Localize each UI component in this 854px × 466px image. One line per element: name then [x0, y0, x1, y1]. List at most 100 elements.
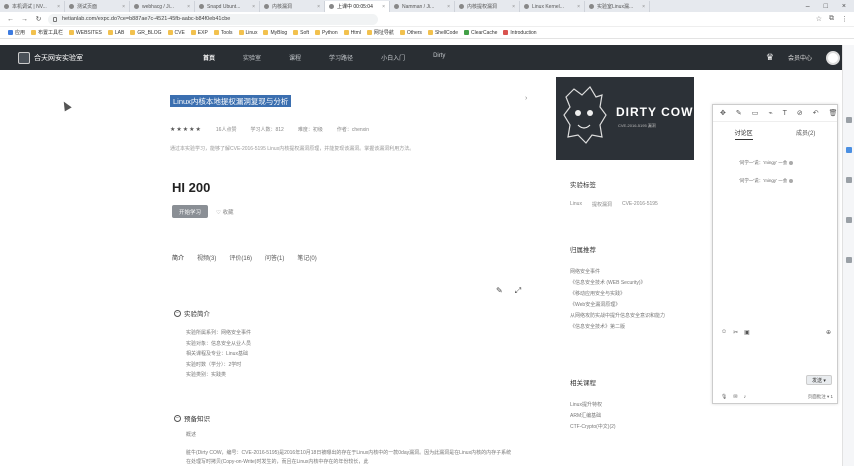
recommend-item[interactable]: 《移动应用安全与实践》 [570, 289, 665, 300]
tab-reviews[interactable]: 评价(16) [229, 253, 252, 262]
close-tab-icon[interactable]: × [642, 4, 645, 10]
nav-item[interactable]: 小白入门 [381, 53, 405, 62]
tab-discussion[interactable]: 讨论区 [734, 128, 753, 140]
recommend-item[interactable]: 从网络攻防实战中提升信息安全意识和能力 [570, 311, 665, 322]
browser-tab[interactable]: Snapd Ubunt... × [195, 1, 260, 12]
nav-item[interactable]: Dirty [433, 53, 445, 62]
bookmark-item[interactable]: EXP [190, 30, 208, 36]
close-tab-icon[interactable]: × [382, 4, 385, 10]
close-tab-icon[interactable]: × [512, 4, 515, 10]
close-window-icon[interactable]: × [842, 3, 846, 10]
start-learning-button[interactable]: 开始学习 [172, 205, 208, 218]
bookmark-item[interactable]: MyBlog [263, 30, 287, 36]
emoji-icon[interactable]: ☺ [721, 329, 727, 336]
minus-circle-icon[interactable]: − [174, 414, 181, 422]
nav-item[interactable]: 学习路径 [329, 53, 353, 62]
bookmark-item[interactable]: Introduction [503, 30, 537, 36]
bookmark-item[interactable]: 应用 [8, 29, 25, 36]
bookmark-item[interactable]: ShellCode [427, 30, 458, 36]
vip-link[interactable]: 会员中心 [788, 53, 812, 62]
recommend-item[interactable]: 网络安全事件 [570, 267, 665, 278]
bookmark-item[interactable]: WEBSITES [69, 30, 102, 36]
tab-members[interactable]: 成员(2) [796, 128, 815, 140]
bookmark-item[interactable]: ClearCache [464, 30, 497, 36]
browser-tab[interactable]: Namman / Ji... × [390, 1, 455, 12]
close-tab-icon[interactable]: × [252, 4, 255, 10]
nav-item[interactable]: 实验室 [243, 53, 261, 62]
undo-icon[interactable]: ↶ [813, 109, 819, 117]
browser-tab[interactable]: 内核漏洞 × [260, 1, 325, 12]
scissors-icon[interactable]: ✂ [733, 329, 738, 336]
nav-item-home[interactable]: 首页 [203, 53, 215, 62]
site-logo[interactable]: 合天网安实验室 [18, 51, 83, 64]
recommend-item[interactable]: 《信息安全技术》第二版 [570, 322, 665, 333]
close-tab-icon[interactable]: × [122, 4, 125, 10]
tab-video[interactable]: 视频(3) [197, 253, 216, 262]
back-icon[interactable]: ← [6, 16, 15, 23]
sidebar-tool-icon[interactable] [846, 177, 852, 183]
edit-note-icon[interactable]: ✎ [496, 286, 503, 296]
rectangle-icon[interactable]: ▭ [752, 109, 759, 117]
fullscreen-icon[interactable]: ⤢ [515, 286, 521, 296]
related-item[interactable]: ARM汇编基础 [570, 411, 616, 422]
pen-icon[interactable]: ✎ [736, 109, 742, 117]
vip-crown-icon[interactable]: ♛ [766, 52, 774, 63]
related-item[interactable]: Linux提升特权 [570, 400, 616, 411]
close-tab-icon[interactable]: × [57, 4, 60, 10]
sound-icon[interactable]: ♪ [744, 394, 747, 400]
browser-tab[interactable]: Linux Kernel... × [520, 1, 585, 12]
sidebar-tool-icon[interactable] [846, 257, 852, 263]
chat-icon[interactable]: ✉ [733, 394, 737, 400]
recommend-item[interactable]: 《Web安全漏洞原理》 [570, 300, 665, 311]
close-tab-icon[interactable]: × [447, 4, 450, 10]
send-button[interactable]: 发送 ▾ [806, 375, 832, 385]
mic-icon[interactable]: 🎙 [721, 394, 727, 400]
bookmark-item[interactable]: Soft [293, 30, 309, 36]
image-icon[interactable]: ▣ [744, 329, 750, 336]
browser-tab[interactable]: 实验室Linux漏... × [585, 1, 650, 12]
bookmark-item[interactable]: 网址导航 [366, 29, 394, 36]
user-avatar[interactable] [826, 50, 840, 65]
menu-icon[interactable]: ⋮ [841, 15, 848, 23]
close-tab-icon[interactable]: × [187, 4, 190, 10]
sidebar-tool-icon[interactable] [846, 147, 852, 153]
bookmark-item[interactable]: GR_BLOG [130, 30, 162, 36]
line-icon[interactable]: ⌁ [768, 109, 772, 117]
add-icon[interactable]: ⊕ [826, 329, 831, 336]
course-cover-image[interactable]: DIRTY COW CVE-2016-5195 漏洞 [556, 77, 694, 160]
favorite-button[interactable]: ♡ 收藏 [216, 208, 233, 216]
bookmark-item[interactable]: LAB [107, 30, 124, 36]
text-icon[interactable]: T [783, 110, 787, 117]
star-icon[interactable]: ☆ [816, 15, 822, 23]
bookmark-item[interactable]: Others [399, 30, 422, 36]
url-field[interactable]: hetianlab.com/expc.do?ce=b887ae7c-4521-4… [48, 13, 378, 25]
browser-tab[interactable]: webhacg / Ji... × [130, 1, 195, 12]
tab-notes[interactable]: 笔记(0) [297, 253, 316, 262]
tag[interactable]: Linux [570, 201, 582, 208]
minimize-icon[interactable]: – [806, 3, 810, 10]
close-tab-icon[interactable]: × [577, 4, 580, 10]
related-item[interactable]: CTF-Crypto(中文)(2) [570, 422, 616, 433]
annotation-mode[interactable]: 页面批注 ▾ 1 [808, 394, 833, 400]
bookmark-item[interactable]: Python [315, 30, 338, 36]
recommend-item[interactable]: 《信息安全技术 (WEB Security)》 [570, 278, 665, 289]
move-icon[interactable]: ✥ [720, 109, 726, 117]
bookmark-item[interactable]: Tools [213, 30, 233, 36]
nav-item[interactable]: 课程 [289, 53, 301, 62]
sidebar-tool-icon[interactable] [846, 217, 852, 223]
trash-icon[interactable]: 🗑 [829, 109, 838, 117]
browser-tab[interactable]: 本机调试 | NV... × [0, 1, 65, 12]
browser-tab[interactable]: 内核提权漏洞 × [455, 1, 520, 12]
bookmark-item[interactable]: Html [343, 30, 361, 36]
browser-tab[interactable]: 测试页面 × [65, 1, 130, 12]
tab-intro[interactable]: 简介 [172, 253, 184, 262]
chevron-right-icon[interactable]: › [525, 95, 527, 102]
reload-icon[interactable]: ↻ [34, 15, 43, 23]
eraser-icon[interactable]: ⊘ [797, 109, 803, 117]
bookmark-item[interactable]: 布置工具栏 [31, 29, 63, 36]
minus-circle-icon[interactable]: − [174, 309, 181, 317]
tag[interactable]: 提权漏洞 [592, 201, 612, 208]
bookmark-item[interactable]: Linux [238, 30, 257, 36]
tab-qa[interactable]: 问答(1) [265, 253, 284, 262]
sidebar-tool-icon[interactable] [846, 117, 852, 123]
